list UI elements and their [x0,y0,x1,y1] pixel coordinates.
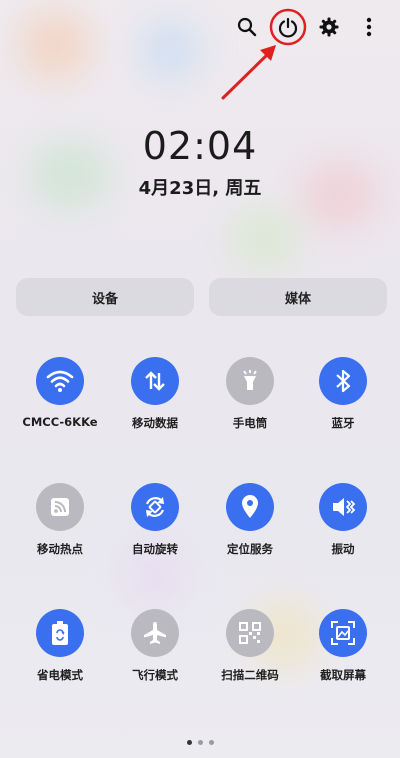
flashlight-icon [226,357,274,405]
vibrate-icon [319,483,367,531]
tile-label: CMCC-6KKe [22,415,98,429]
tile-hotspot[interactable]: 移动热点 [10,483,110,557]
tile-label: 定位服务 [227,542,273,556]
tile-label: 截取屏幕 [320,668,366,682]
airplane-icon [131,609,179,657]
hotspot-icon [36,483,84,531]
tile-label: 飞行模式 [132,668,178,682]
tile-auto-rotate[interactable]: 自动旋转 [105,483,205,557]
annotation-overlay [221,8,307,100]
tile-label: 移动数据 [132,416,178,430]
tile-qr-scan[interactable]: 扫描二维码 [200,609,300,683]
tile-wifi[interactable]: CMCC-6KKe [10,357,110,429]
page-dot [208,740,214,745]
tile-label: 振动 [331,542,355,556]
media-label: 媒体 [284,291,311,307]
tile-bluetooth[interactable]: 蓝牙 [293,357,393,431]
tile-label: 省电模式 [37,668,83,682]
tile-label: 手电筒 [232,416,268,430]
tile-label: 移动热点 [37,542,83,556]
screenshot-icon [319,609,367,657]
page-dot [186,740,192,745]
tile-label: 蓝牙 [331,416,355,430]
bluetooth-icon [319,357,367,405]
tile-label: 自动旋转 [132,542,178,556]
device-button[interactable]: 设备 [16,278,194,316]
wifi-icon [36,357,84,405]
media-button[interactable]: 媒体 [209,278,387,316]
tile-label: 扫描二维码 [221,668,279,682]
page-indicator [0,740,400,745]
clock-date: 4月23日, 周五 [138,178,262,199]
tile-power-saving[interactable]: 省电模式 [10,609,110,683]
page-dot [197,740,203,745]
tile-airplane[interactable]: 飞行模式 [105,609,205,683]
tile-screenshot[interactable]: 截取屏幕 [293,609,393,683]
device-label: 设备 [91,291,118,307]
tile-location[interactable]: 定位服务 [200,483,300,557]
auto-rotate-icon [131,483,179,531]
tile-flashlight[interactable]: 手电筒 [200,357,300,431]
mobile-data-icon [131,357,179,405]
location-icon [226,483,274,531]
tile-vibrate[interactable]: 振动 [293,483,393,557]
qr-scan-icon [226,609,274,657]
tile-mobile-data[interactable]: 移动数据 [105,357,205,431]
power-saving-icon [36,609,84,657]
clock-time: 02:04 [142,124,258,168]
